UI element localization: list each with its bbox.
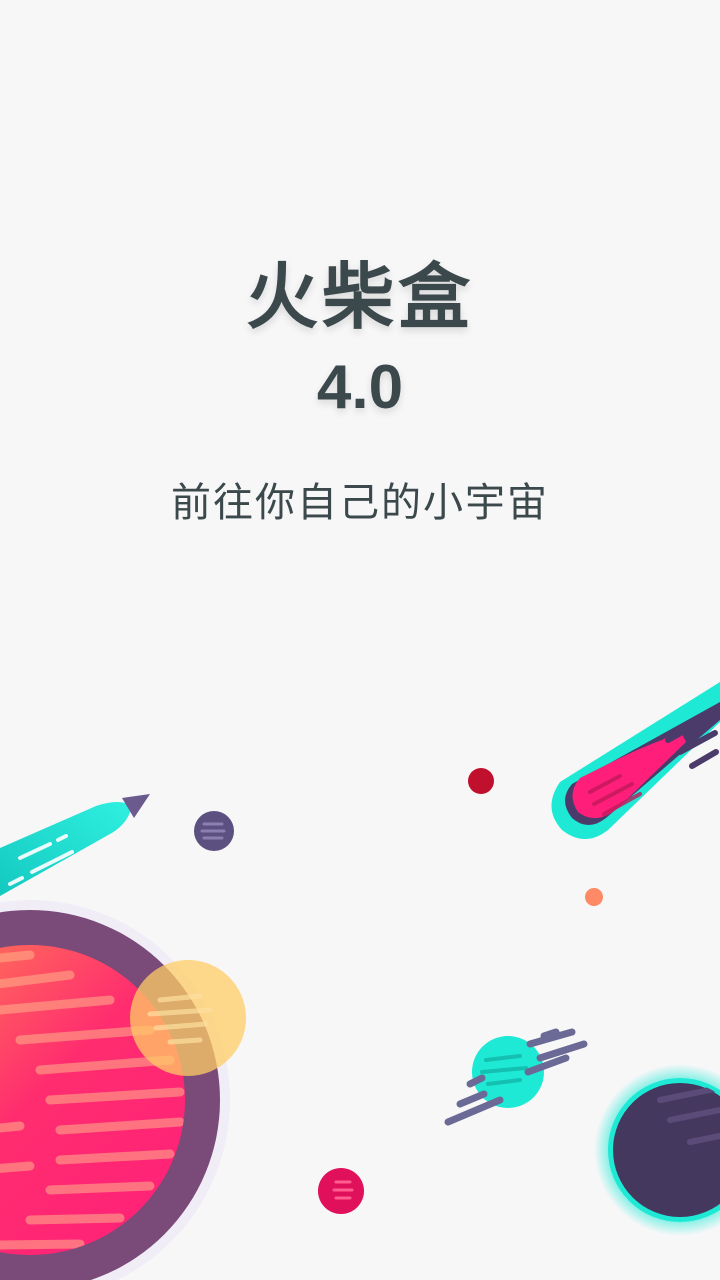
big-planet-icon [0, 900, 246, 1280]
ringed-planet-icon [444, 1028, 588, 1126]
red-planet-icon [468, 768, 494, 794]
comet-icon [551, 682, 720, 839]
pink-planet-icon [318, 1168, 364, 1214]
rocket-icon [0, 794, 150, 896]
small-planet-icon [194, 811, 234, 851]
space-illustration [0, 682, 720, 1280]
orange-star-icon [585, 888, 603, 906]
dark-planet-icon [594, 1064, 720, 1236]
